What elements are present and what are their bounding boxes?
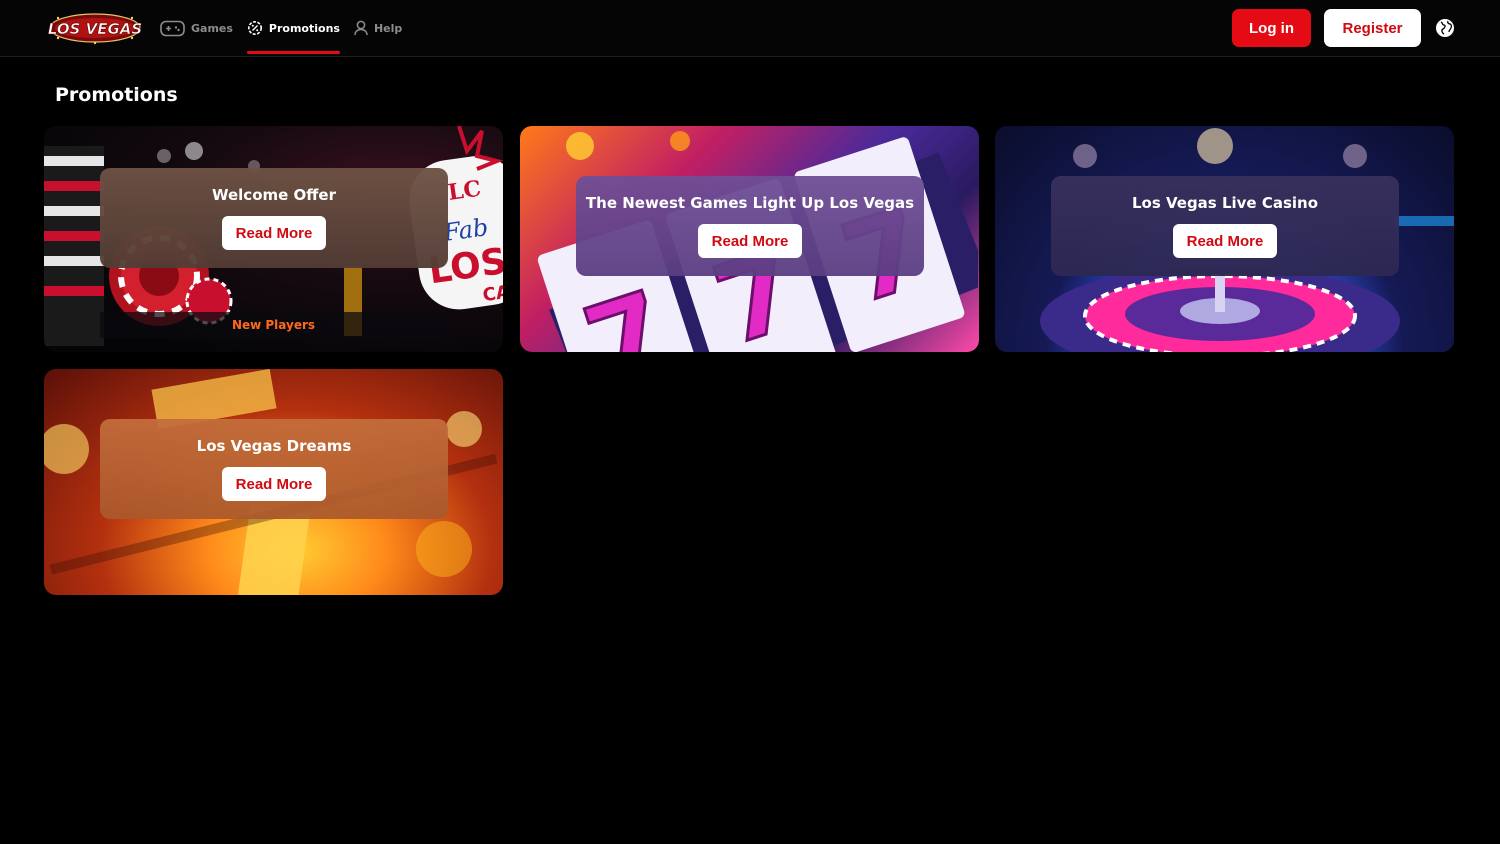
nav-help[interactable]: Help xyxy=(354,0,402,56)
promo-panel: Welcome Offer Read More xyxy=(100,168,448,268)
svg-text:LOS VEGAS: LOS VEGAS xyxy=(48,20,142,38)
gear-badge-icon xyxy=(247,20,263,36)
promo-title: Los Vegas Live Casino xyxy=(1131,194,1319,212)
nav-promotions-label: Promotions xyxy=(268,21,340,35)
nav-help-label: Help xyxy=(373,21,403,35)
page-title: Promotions xyxy=(55,84,178,106)
read-more-button[interactable]: Read More xyxy=(221,216,327,250)
los-vegas-logo[interactable]: LOS VEGAS xyxy=(48,10,142,46)
main-nav: Games Promotions Help xyxy=(160,0,402,56)
promo-card-newest-games[interactable]: 7 7 7 The Newest Games Light Up Los Vega… xyxy=(520,126,979,352)
read-more-button[interactable]: Read More xyxy=(221,467,327,501)
svg-text:LC: LC xyxy=(446,176,482,206)
promo-card-welcome-offer[interactable]: LC Fab LOS V CAS Welcome Offer Read More… xyxy=(44,126,503,352)
person-icon xyxy=(354,20,368,36)
read-more-button[interactable]: Read More xyxy=(1172,224,1278,258)
promo-panel: Los Vegas Live Casino Read More xyxy=(1051,176,1399,276)
promo-card-los-vegas-dreams[interactable]: Los Vegas Dreams Read More xyxy=(44,369,503,595)
register-button[interactable]: Register xyxy=(1324,9,1421,47)
promo-title: The Newest Games Light Up Los Vegas xyxy=(585,194,915,212)
nav-games[interactable]: Games xyxy=(160,0,233,56)
nav-promotions[interactable]: Promotions xyxy=(246,0,340,56)
promo-card-live-casino[interactable]: Los Vegas Live Casino Read More xyxy=(995,126,1454,352)
gamepad-icon xyxy=(160,20,185,37)
promo-panel: The Newest Games Light Up Los Vegas Read… xyxy=(576,176,924,276)
login-button[interactable]: Log in xyxy=(1232,9,1311,47)
promo-tag-new-players: New Players xyxy=(100,312,447,338)
top-header: LOS VEGAS Games Promotions Help Log in R… xyxy=(0,0,1500,57)
promo-title: Welcome Offer xyxy=(211,186,337,204)
nav-games-label: Games xyxy=(191,21,233,35)
read-more-button[interactable]: Read More xyxy=(697,224,803,258)
globe-icon[interactable] xyxy=(1434,17,1456,39)
promo-title: Los Vegas Dreams xyxy=(196,437,352,455)
promo-panel: Los Vegas Dreams Read More xyxy=(100,419,448,519)
